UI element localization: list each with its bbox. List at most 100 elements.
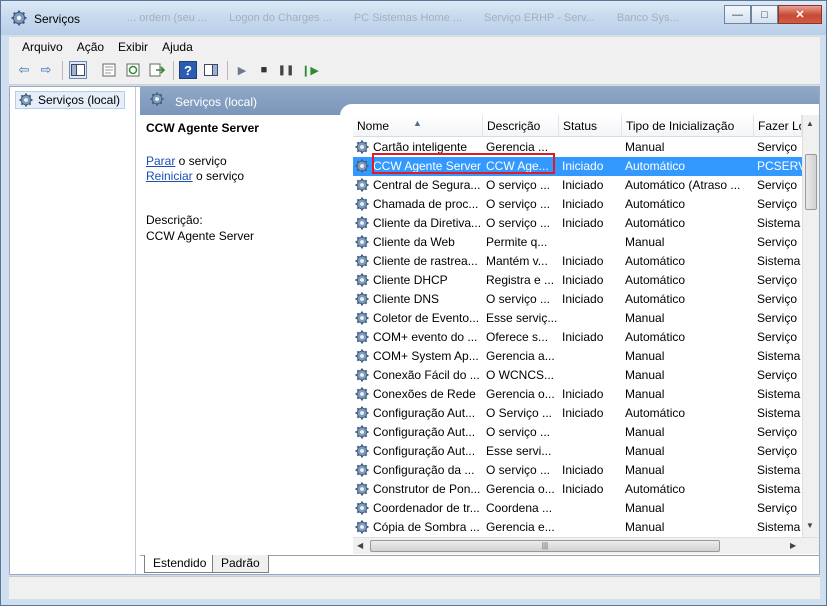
table-row[interactable]: Cliente DHCP Registra e ... Iniciado Automá…	[353, 271, 802, 290]
column-nome[interactable]: ▲ Nome	[353, 115, 483, 137]
table-row[interactable]: Configuração Aut... Esse servi... Manual Se…	[353, 442, 802, 461]
column-fazer-logon[interactable]: Fazer Lo	[754, 115, 802, 137]
show-action-pane-icon[interactable]	[202, 61, 220, 79]
cell-desc: O serviço ...	[486, 178, 551, 192]
column-status[interactable]: Status	[559, 115, 622, 137]
export-list-icon[interactable]	[148, 61, 166, 79]
gear-icon	[355, 197, 369, 211]
pane-header: Serviços (local)	[140, 87, 819, 116]
description-value: CCW Agente Server	[146, 229, 255, 243]
menu-exibir[interactable]: Exibir	[111, 40, 155, 54]
pause-service-icon[interactable]: ❚❚	[277, 61, 295, 79]
cell-startup: Automático	[625, 216, 686, 230]
cell-desc: Permite q...	[486, 235, 548, 249]
cell-logon: Sistema	[757, 482, 801, 496]
table-row[interactable]: Configuração Aut... O serviço ... Manual Se…	[353, 423, 802, 442]
maximize-button[interactable]: □	[751, 5, 778, 24]
menu-arquivo[interactable]: Arquivo	[15, 40, 70, 54]
table-row[interactable]: Chamada de proc... O serviço ... Iniciado A…	[353, 195, 802, 214]
refresh-icon[interactable]	[124, 61, 142, 79]
scroll-left-icon[interactable]: ◀	[357, 541, 363, 550]
ghost-tab: ... ordem (seu ...	[127, 12, 208, 24]
horizontal-scrollbar[interactable]: ◀ ||| ▶	[353, 537, 819, 554]
table-row[interactable]: Cliente da Diretiva... O serviço ... Inici…	[353, 214, 802, 233]
table-row[interactable]: COM+ System Ap... Gerencia a... Manual Sist…	[353, 347, 802, 366]
cell-desc: Gerencia e...	[486, 520, 555, 534]
gear-icon	[355, 311, 369, 325]
help-icon[interactable]: ?	[179, 61, 197, 79]
restart-service-link[interactable]: Reiniciar	[146, 169, 193, 183]
cell-desc: O serviço ...	[486, 463, 551, 477]
table-row[interactable]: Cliente de rastrea... Mantém v... Iniciado…	[353, 252, 802, 271]
minimize-button[interactable]: —	[724, 5, 751, 24]
scroll-up-icon[interactable]: ▲	[806, 119, 814, 128]
gear-icon	[355, 140, 369, 154]
cell-startup: Manual	[625, 425, 665, 439]
cell-desc: O serviço ...	[486, 216, 551, 230]
gear-icon	[355, 273, 369, 287]
tree-item-services-local[interactable]: Serviços (local)	[15, 91, 126, 109]
scroll-down-icon[interactable]: ▼	[806, 521, 814, 530]
window-title: Serviços	[34, 12, 81, 26]
close-button[interactable]: ✕	[778, 5, 822, 24]
horizontal-scroll-thumb[interactable]: |||	[370, 540, 720, 552]
cell-status: Iniciado	[562, 216, 604, 230]
start-service-icon[interactable]: ▶	[233, 61, 251, 79]
stop-service-link[interactable]: Parar	[146, 154, 175, 168]
title-bar[interactable]: Serviços ... ordem (seu ... Logon do Cha…	[1, 1, 826, 35]
column-descricao[interactable]: Descrição	[483, 115, 559, 137]
tab-estendido[interactable]: Estendido	[144, 555, 216, 573]
console-tree-icon	[71, 64, 85, 76]
cell-logon: Serviço	[757, 292, 798, 306]
cell-logon: Serviço	[757, 330, 798, 344]
gear-icon	[355, 330, 369, 344]
cell-startup: Automático	[625, 197, 686, 211]
table-row[interactable]: Conexões de Rede Gerencia o... Iniciado Man…	[353, 385, 802, 404]
cell-name: COM+ evento do ...	[373, 330, 478, 344]
cell-name: Cliente da Web	[373, 235, 455, 249]
cell-status	[562, 233, 622, 252]
table-row[interactable]: Configuração Aut... O Serviço ... Iniciado…	[353, 404, 802, 423]
table-row[interactable]: Coordenador de tr... Coordena ... Manual Se…	[353, 499, 802, 518]
tab-padrao[interactable]: Padrão	[212, 555, 269, 573]
table-row[interactable]: COM+ evento do ... Oferece s... Iniciado Au…	[353, 328, 802, 347]
cell-desc: O serviço ...	[486, 425, 551, 439]
back-icon[interactable]: ⇦	[15, 61, 33, 79]
cell-logon: Serviço	[757, 311, 798, 325]
cell-desc: O WCNCS...	[486, 368, 554, 382]
forward-icon[interactable]: ⇨	[37, 61, 55, 79]
table-row[interactable]: Configuração da ... O serviço ... Iniciado…	[353, 461, 802, 480]
show-hide-console-tree-icon[interactable]	[69, 61, 87, 79]
cell-startup: Manual	[625, 349, 665, 363]
menu-bar: Arquivo Ação Exibir Ajuda	[9, 36, 820, 56]
stop-service-icon[interactable]: ■	[255, 61, 273, 79]
cell-name: Cliente DNS	[373, 292, 440, 306]
table-row[interactable]: Cliente DNS O serviço ... Iniciado Automáti…	[353, 290, 802, 309]
menu-acao[interactable]: Ação	[70, 40, 111, 54]
menu-ajuda[interactable]: Ajuda	[155, 40, 200, 54]
table-row[interactable]: Cópia de Sombra ... Gerencia e... Manual Si…	[353, 518, 802, 537]
restart-service-icon[interactable]: ❙▶	[301, 61, 319, 79]
table-row[interactable]: Conexão Fácil do ... O WCNCS... Manual Serv…	[353, 366, 802, 385]
toolbar: ⇦ ⇨ ? ▶ ■ ❚❚ ❙▶	[9, 56, 820, 85]
scroll-right-icon[interactable]: ▶	[790, 541, 796, 550]
gear-icon	[355, 444, 369, 458]
cell-status: Iniciado	[562, 406, 604, 420]
properties-icon[interactable]	[100, 61, 118, 79]
pane-header-title: Serviços (local)	[175, 95, 258, 109]
table-row[interactable]: Cliente da Web Permite q... Manual Serviço	[353, 233, 802, 252]
selected-service-title: CCW Agente Server	[146, 121, 259, 135]
sort-ascending-icon: ▲	[413, 118, 422, 128]
table-row[interactable]: Coletor de Evento... Esse serviç... Manual…	[353, 309, 802, 328]
cell-status	[562, 442, 622, 461]
table-row[interactable]: Construtor de Pon... Gerencia o... Iniciad…	[353, 480, 802, 499]
table-row[interactable]: Central de Segura... O serviço ... Iniciad…	[353, 176, 802, 195]
ghost-tab: Serviço ERHP - Serv...	[484, 12, 595, 24]
window-controls: — □ ✕	[724, 5, 822, 24]
cell-startup: Manual	[625, 387, 665, 401]
vertical-scrollbar[interactable]: ▲ ▼	[802, 115, 819, 537]
vertical-scroll-thumb[interactable]	[805, 154, 817, 210]
service-detail-panel: CCW Agente Server Parar o serviço Reinic…	[140, 115, 353, 555]
gear-icon	[355, 387, 369, 401]
column-tipo-inicializacao[interactable]: Tipo de Inicialização	[622, 115, 754, 137]
